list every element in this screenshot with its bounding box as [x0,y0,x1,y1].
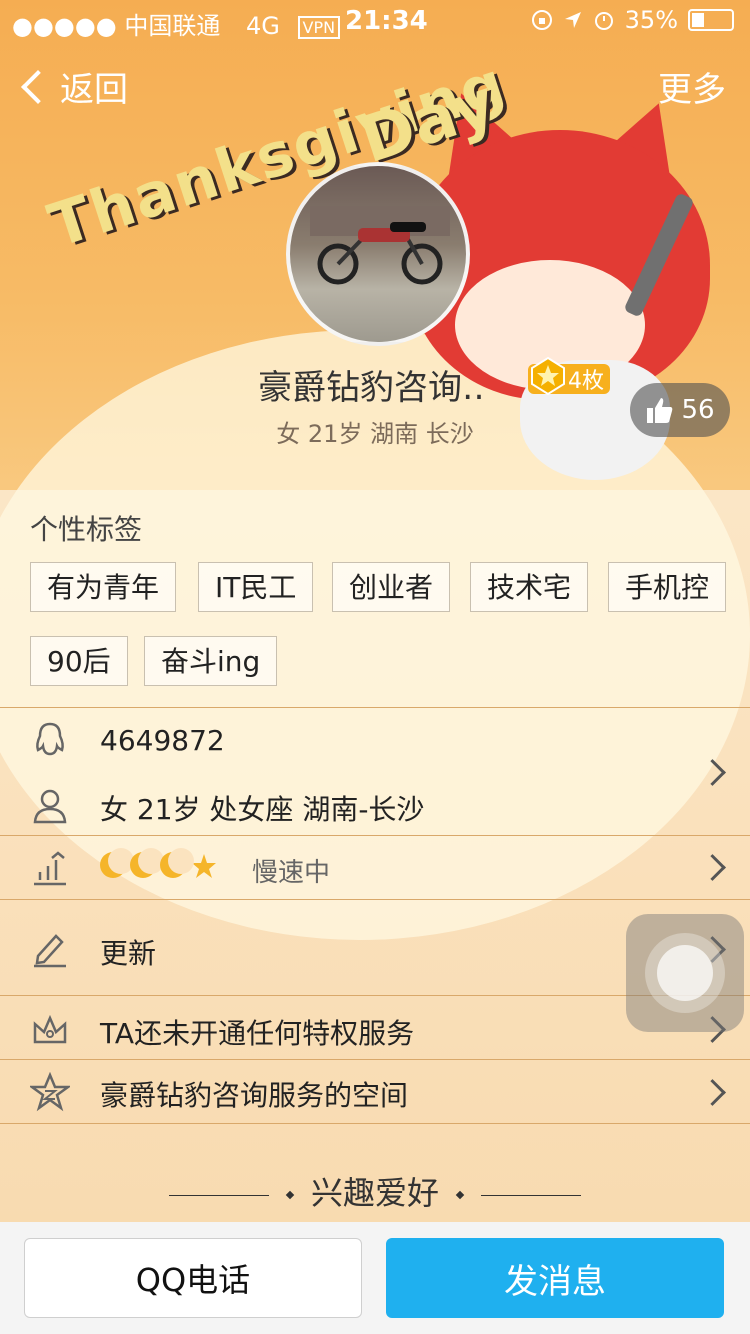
qq-call-button[interactable]: QQ电话 [24,1238,362,1318]
divider [0,1059,750,1060]
qq-penguin-icon [36,722,64,756]
interest-title: 兴趣爱好 [310,1174,439,1212]
tag-item[interactable]: IT民工 [198,562,314,612]
privilege-text: TA还未开通任何特权服务 [100,1017,415,1050]
divider [0,707,750,708]
qzone-star-icon [30,1072,70,1112]
back-button[interactable]: 返回 [18,62,128,111]
tag-item[interactable]: 手机控 [608,562,727,612]
status-left: ●●●●● 中国联通 4G VPN [12,6,341,41]
personal-details: 女 21岁 处女座 湖南-长沙 [100,793,425,826]
motorcycle-photo [310,206,450,285]
crown-icon [33,1014,67,1044]
bottom-action-bar: QQ电话 发消息 [0,1222,750,1334]
tag-item[interactable]: 有为青年 [30,562,177,612]
vpn-badge: VPN [297,15,341,39]
divider [0,899,750,900]
avatar[interactable] [286,162,470,346]
tag-item[interactable]: 奋斗ing [144,636,278,686]
status-time: 21:34 [345,6,428,36]
more-button[interactable]: 更多 [658,62,726,111]
qq-number: 4649872 [100,724,225,757]
tag-item[interactable]: 90后 [30,636,128,686]
divider [0,835,750,836]
divider [0,1123,750,1124]
network: 4G [246,12,280,40]
status-bar: ●●●●● 中国联通 4G VPN 21:34 35% [0,0,750,40]
space-text: 豪爵钻豹咨询服务的空间 [100,1079,409,1112]
carrier: 中国联通 [124,12,221,40]
like-count: 56 [681,395,715,425]
pencil-icon [34,934,66,968]
send-message-button[interactable]: 发消息 [386,1238,724,1318]
alarm-icon [594,12,613,30]
thumbs-up-icon [647,398,673,423]
signal-icon: ●●●●● [12,12,117,40]
level-status: 慢速中 [252,858,331,888]
location-icon [564,12,581,28]
star-medal-icon [531,356,565,396]
medal-count: 4枚 [568,369,604,394]
moon-icon [130,848,164,878]
tag-item[interactable]: 创业者 [332,562,451,612]
interest-section-header: 兴趣爱好 [0,1168,750,1214]
update-label: 更新 [100,937,157,970]
tags-section-title: 个性标签 [30,513,143,546]
level-icons [100,848,218,880]
user-icon [33,789,67,824]
back-label: 返回 [60,70,128,110]
medal-badge[interactable]: 4枚 [528,356,610,396]
chevron-left-icon [21,69,55,104]
status-right: 35% [531,6,734,34]
level-chart-icon [34,851,66,886]
profile-name: 豪爵钻豹咨询… [258,368,488,408]
moon-icon [160,848,194,878]
star-icon [192,854,216,878]
like-button[interactable]: 56 [630,383,730,437]
rotation-lock-icon [531,10,552,30]
assistive-touch-button[interactable] [626,914,744,1032]
moon-icon [100,848,134,878]
battery-icon [688,9,734,31]
battery-percent: 35% [624,6,678,34]
tag-item[interactable]: 技术宅 [470,562,589,612]
